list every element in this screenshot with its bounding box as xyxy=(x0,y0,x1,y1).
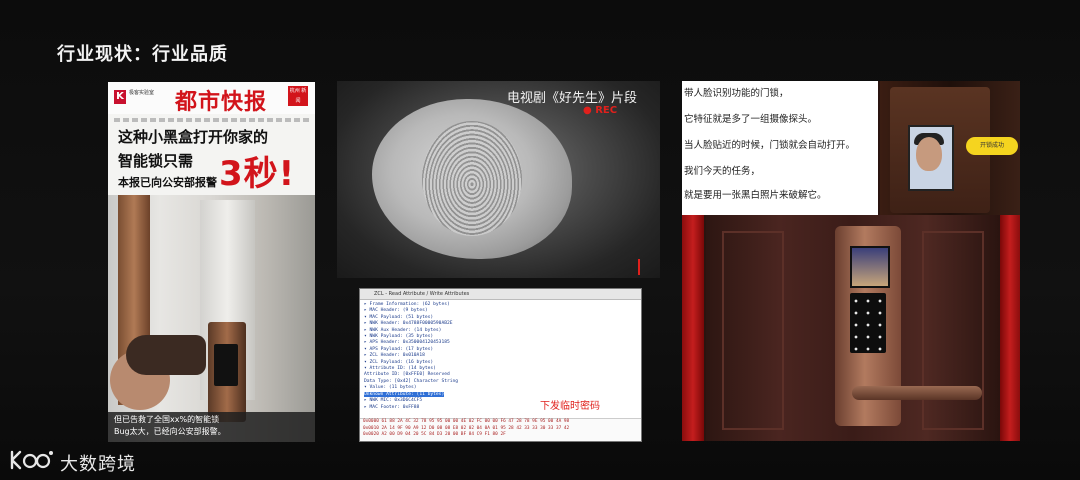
face-lock-keypad xyxy=(850,293,886,353)
headline-line-2: 智能锁只需 xyxy=(118,152,194,170)
left-curtain xyxy=(682,215,704,441)
headline-line-3: 本报已向公安部报警 xyxy=(118,176,217,189)
lab-label: 极客实验室 xyxy=(129,90,155,96)
face-lock-panel: 带人脸识别功能的门锁， 它特征就是多了一组摄像探头。当人脸贴近的时候，门锁就会自动… xyxy=(682,81,1020,441)
video-title: 电视剧《好先生》片段 xyxy=(507,91,638,106)
inset-face xyxy=(916,137,942,171)
brand-logo-icon xyxy=(10,450,53,470)
face-lock-display xyxy=(850,246,890,288)
lock-screen xyxy=(214,344,238,386)
caption-line-1: 但已告救了全国xx%的智能锁 xyxy=(114,415,220,424)
subtitle-line: 我们今天的任务， xyxy=(684,166,761,177)
face-lock-subtitles: 带人脸识别功能的门锁， 它特征就是多了一组摄像探头。当人脸贴近的时候，门锁就会自动… xyxy=(682,81,878,215)
capture-window-title: ZCL - Read Attribute / Write Attributes xyxy=(360,289,641,300)
lab-logo: K xyxy=(114,90,126,104)
masthead-rule xyxy=(114,118,309,122)
caption-line-2: Bug太大，已经向公安部报警。 xyxy=(114,427,226,436)
fingerprint-video-still: 电视剧《好先生》片段 ● REC xyxy=(337,81,660,278)
headline-line-1: 这种小黑盒打开你家的 xyxy=(118,128,269,146)
rec-indicator: ● REC xyxy=(583,105,618,116)
capture-annotation: 下发临时密码 xyxy=(540,401,600,412)
slide-title: 行业现状：行业品质 xyxy=(57,44,228,65)
packet-capture-window: ZCL - Read Attribute / Write Attributes … xyxy=(359,288,642,442)
newspaper-badge: 杭州 新闻 xyxy=(288,86,308,106)
door-handle xyxy=(852,386,982,400)
subtitle-line: 当人脸贴近的时候，门锁就会自动打开。 xyxy=(684,140,856,151)
newspaper-clipping: K 极客实验室 都市快报 杭州 新闻 这种小黑盒打开你家的 智能锁只需 本报已向… xyxy=(108,82,315,442)
hex-row: 0x0000 61 88 2A 4C 32 78 95 95 00 00 4E … xyxy=(363,419,570,424)
hex-dump: 0x0000 61 88 2A 4C 32 78 95 95 00 00 4E … xyxy=(360,418,641,441)
subtitle-line: 就是要用一张黑白照片来破解它。 xyxy=(684,190,827,201)
door-panel-right xyxy=(922,231,984,430)
right-curtain xyxy=(1000,215,1020,441)
newspaper-name: 都市快报 xyxy=(175,90,268,115)
door-panel-left xyxy=(722,231,784,430)
rec-marker xyxy=(638,259,640,275)
subtitle-line: 带人脸识别功能的门锁， xyxy=(684,88,789,99)
black-box-device xyxy=(126,335,206,375)
headline-big: 3秒! xyxy=(219,154,296,194)
packet-tree: ▸ Frame Information: (62 bytes) ▸ MAC Hea… xyxy=(364,302,639,411)
face-unlock-inset: 开锁成功 xyxy=(880,81,1020,215)
subtitle-line: 它特征就是多了一组摄像探头。 xyxy=(684,114,818,125)
unlock-success-bubble: 开锁成功 xyxy=(966,137,1018,155)
hex-row: 0x0020 A2 00 D9 04 20 5C 84 D3 20 00 BF … xyxy=(363,432,506,438)
fingerprint-ridges xyxy=(422,121,522,236)
brand-name: 大数跨境 xyxy=(60,454,136,475)
